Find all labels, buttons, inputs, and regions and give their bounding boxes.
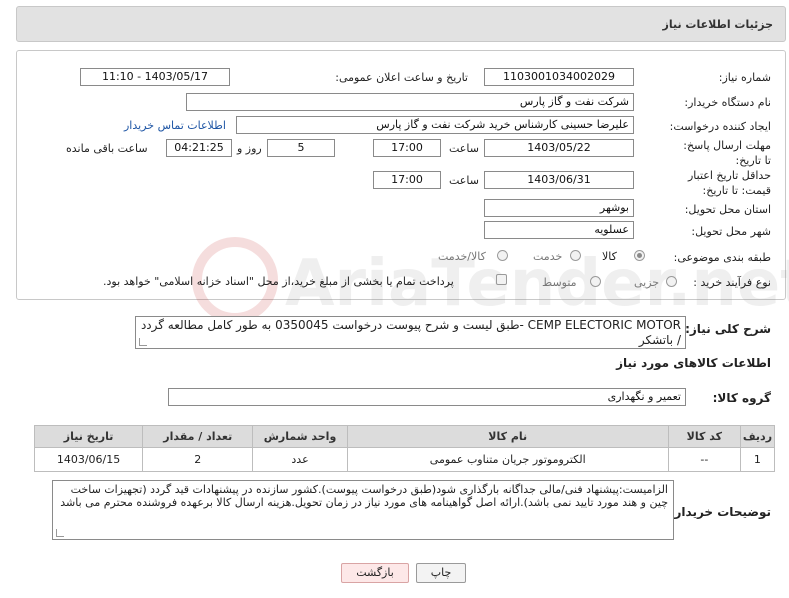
buyer-org-field: شرکت نفت و گاز پارس [186,93,634,111]
deadline-time-field: 17:00 [373,139,441,157]
requester-field: علیرضا حسینی کارشناس خرید شرکت نفت و گاز… [236,116,634,134]
resize-handle-icon[interactable] [139,338,147,346]
cell-name: الکتروموتور جریان متناوب عمومی [346,447,669,472]
buyer-notes-label: توضیحات خریدار: [669,505,771,519]
deadline-date-field: 1403/05/22 [484,139,634,157]
cell-date: 1403/06/15 [33,447,144,472]
resize-handle-icon[interactable] [56,529,64,537]
validity-time-field: 17:00 [373,171,441,189]
requester-label: ایجاد کننده درخواست: [669,120,771,133]
validity-date-field: 1403/06/31 [484,171,634,189]
city-label: شهر محل تحویل: [691,225,771,238]
process-radio-minor[interactable] [666,276,677,287]
process-option-medium: متوسط [542,276,577,289]
col-unit: واحد شمارش [252,425,348,448]
buyer-contact-link[interactable]: اطلاعات تماس خریدار [124,119,226,132]
goods-section-title: اطلاعات کالاهای مورد نیاز [616,356,771,370]
days-label: روز و [237,142,262,155]
goods-table: ردیف کد کالا نام کالا واحد شمارش تعداد /… [33,425,776,472]
page-header: جزئیات اطلاعات نیاز [16,6,786,42]
page-title: جزئیات اطلاعات نیاز [662,18,774,31]
cell-unit: عدد [252,447,348,472]
cell-code: -- [667,447,741,472]
category-radio-both[interactable] [497,250,508,261]
category-label: طبقه بندی موضوعی: [673,251,771,264]
table-row: 1 -- الکتروموتور جریان متناوب عمومی عدد … [33,447,776,472]
back-button[interactable]: بازگشت [341,563,409,583]
category-option-goods: کالا [602,250,617,263]
need-number-label: شماره نیاز: [718,71,771,84]
category-radio-service[interactable] [570,250,581,261]
cell-qty: 2 [142,447,254,472]
announce-label: تاریخ و ساعت اعلان عمومی: [335,71,468,84]
col-name: نام کالا [346,425,669,448]
print-button[interactable]: چاپ [416,563,466,583]
process-radio-medium[interactable] [590,276,601,287]
need-number-field: 1103001034002029 [484,68,634,86]
province-label: استان محل تحویل: [684,203,771,216]
category-radio-goods[interactable] [634,250,645,261]
deadline-label: مهلت ارسال پاسخ: تا تاریخ: [683,139,771,167]
remaining-field: 04:21:25 [166,139,232,157]
process-label: نوع فرآیند خرید : [693,276,771,289]
announce-field: 1403/05/17 - 11:10 [80,68,230,86]
goods-group-field: تعمیر و نگهداری [168,388,686,406]
days-field: 5 [267,139,335,157]
col-code: کد کالا [667,425,741,448]
validity-time-label: ساعت [449,174,479,187]
buyer-org-label: نام دستگاه خریدار: [684,96,771,109]
treasury-checkbox[interactable] [496,274,507,285]
category-option-both: کالا/خدمت [438,250,486,263]
remaining-label: ساعت باقی مانده [66,142,148,155]
city-field: عسلویه [484,221,634,239]
col-qty: تعداد / مقدار [142,425,254,448]
col-date: تاریخ نیاز [33,425,144,448]
cell-row: 1 [739,447,776,472]
goods-group-label: گروه کالا: [712,391,771,405]
buyer-notes-textarea[interactable]: الزامیست:پیشنهاد فنی/مالی جداگانه بارگذا… [52,480,674,540]
description-text: CEMP ELECTORIC MOTOR -طبق لیست و شرح پیو… [140,318,681,347]
deadline-time-label: ساعت [449,142,479,155]
treasury-note: پرداخت تمام یا بخشی از مبلغ خرید،از محل … [103,275,454,288]
col-row: ردیف [739,425,776,448]
buyer-notes-text: الزامیست:پیشنهاد فنی/مالی جداگانه بارگذا… [60,483,668,509]
category-option-service: خدمت [533,250,563,263]
validity-label: حداقل تاریخ اعتبار قیمت: تا تاریخ: [687,169,771,197]
description-label: شرح کلی نیاز: [685,322,771,336]
province-field: بوشهر [484,199,634,217]
description-textarea[interactable]: CEMP ELECTORIC MOTOR -طبق لیست و شرح پیو… [135,316,686,349]
process-option-minor: جزیی [634,276,660,289]
